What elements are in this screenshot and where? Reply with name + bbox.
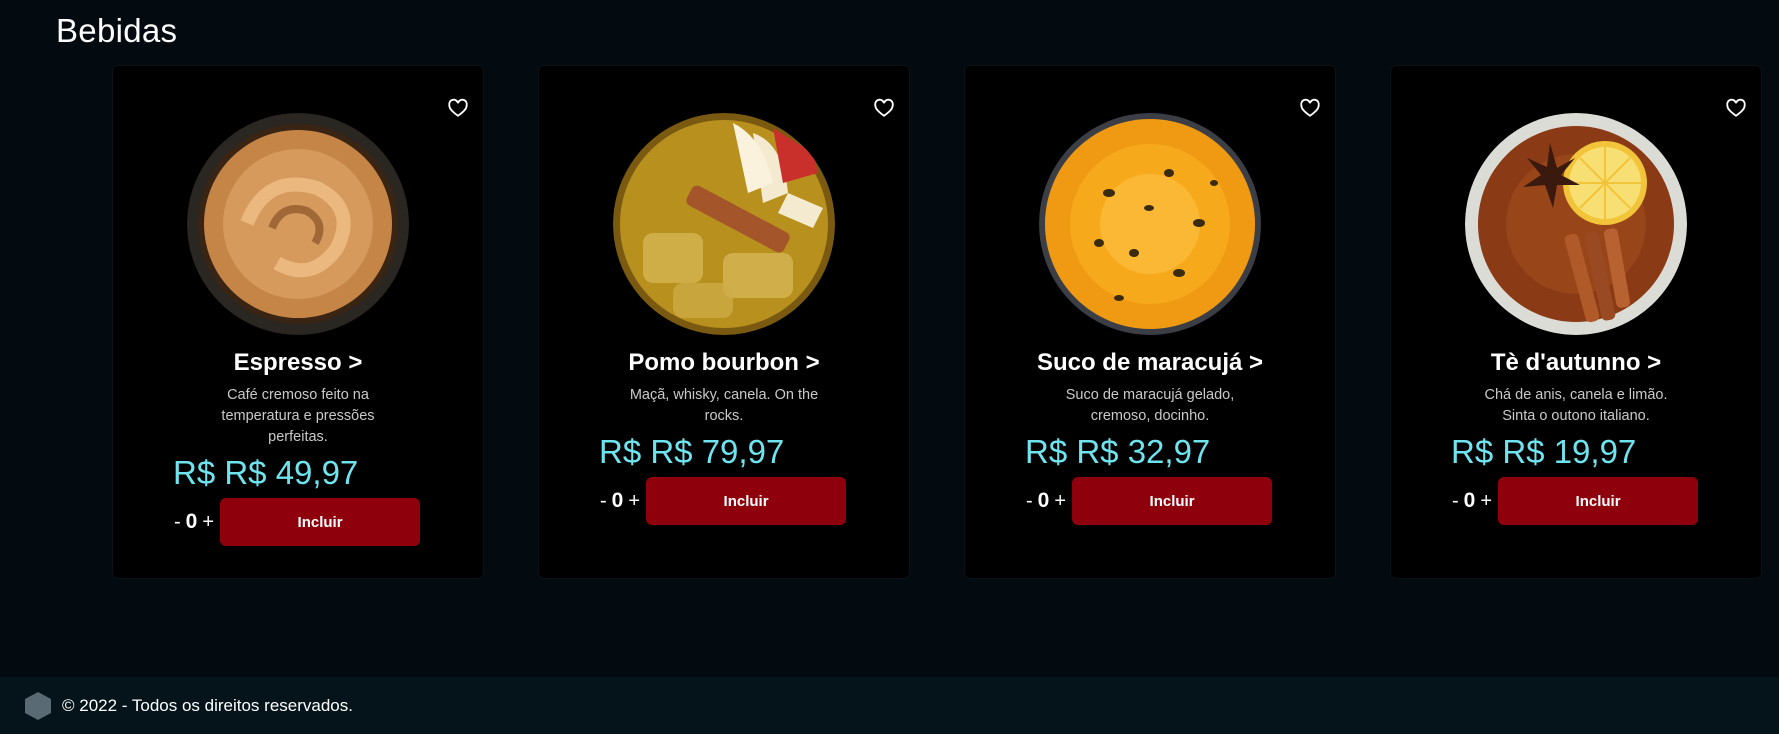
- product-grid: Espresso > Café cremoso feito na tempera…: [112, 65, 1762, 579]
- product-description: Maçã, whisky, canela. On the rocks.: [629, 387, 819, 424]
- heart-icon[interactable]: [447, 97, 469, 119]
- section-title: Bebidas: [56, 12, 178, 49]
- purchase-row: - 0 + Incluir: [1452, 477, 1699, 525]
- product-name[interactable]: Pomo bourbon >: [628, 349, 819, 377]
- add-to-cart-button[interactable]: Incluir: [1498, 477, 1699, 525]
- hexagon-logo-icon: [24, 691, 52, 721]
- increase-button[interactable]: +: [202, 511, 214, 534]
- purchase-row: - 0 + Incluir: [600, 477, 847, 525]
- product-price: R$ R$ 49,97: [173, 454, 359, 491]
- heart-icon[interactable]: [873, 97, 895, 119]
- product-description: Chá de anis, canela e limão. Sinta o out…: [1484, 387, 1668, 424]
- product-price: R$ R$ 19,97: [1451, 433, 1637, 470]
- tea-image: [1465, 113, 1687, 335]
- product-name[interactable]: Tè d'autunno >: [1491, 349, 1661, 377]
- quantity-stepper: - 0 +: [1026, 489, 1066, 513]
- purchase-row: - 0 + Incluir: [1026, 477, 1273, 525]
- product-card: Suco de maracujá > Suco de maracujá gela…: [964, 65, 1336, 579]
- increase-button[interactable]: +: [1054, 490, 1066, 513]
- heart-icon[interactable]: [1299, 97, 1321, 119]
- product-description: Suco de maracujá gelado, cremoso, docinh…: [1065, 387, 1235, 424]
- add-to-cart-button[interactable]: Incluir: [220, 498, 421, 546]
- product-card: Espresso > Café cremoso feito na tempera…: [112, 65, 484, 579]
- quantity-stepper: - 0 +: [174, 510, 214, 534]
- purchase-row: - 0 + Incluir: [174, 498, 421, 546]
- quantity-value: 0: [1463, 489, 1476, 512]
- espresso-image: [187, 113, 409, 335]
- decrease-button[interactable]: -: [174, 511, 181, 534]
- passion-fruit-juice-image: [1039, 113, 1261, 335]
- quantity-stepper: - 0 +: [600, 489, 640, 513]
- bourbon-image: [613, 113, 835, 335]
- product-name[interactable]: Suco de maracujá >: [1037, 349, 1263, 377]
- footer: © 2022 - Todos os direitos reservados.: [0, 677, 1779, 734]
- add-to-cart-button[interactable]: Incluir: [646, 477, 847, 525]
- quantity-value: 0: [611, 489, 624, 512]
- add-to-cart-button[interactable]: Incluir: [1072, 477, 1273, 525]
- increase-button[interactable]: +: [1480, 490, 1492, 513]
- copyright-text: © 2022 - Todos os direitos reservados.: [62, 695, 353, 715]
- product-name[interactable]: Espresso >: [234, 349, 363, 377]
- decrease-button[interactable]: -: [1452, 490, 1459, 513]
- quantity-value: 0: [185, 510, 198, 533]
- product-price: R$ R$ 79,97: [599, 433, 785, 470]
- increase-button[interactable]: +: [628, 490, 640, 513]
- decrease-button[interactable]: -: [600, 490, 607, 513]
- product-price: R$ R$ 32,97: [1025, 433, 1211, 470]
- product-card: Pomo bourbon > Maçã, whisky, canela. On …: [538, 65, 910, 579]
- heart-icon[interactable]: [1725, 97, 1747, 119]
- decrease-button[interactable]: -: [1026, 490, 1033, 513]
- product-card: Tè d'autunno > Chá de anis, canela e lim…: [1390, 65, 1762, 579]
- quantity-value: 0: [1037, 489, 1050, 512]
- quantity-stepper: - 0 +: [1452, 489, 1492, 513]
- product-description: Café cremoso feito na temperatura e pres…: [221, 387, 375, 445]
